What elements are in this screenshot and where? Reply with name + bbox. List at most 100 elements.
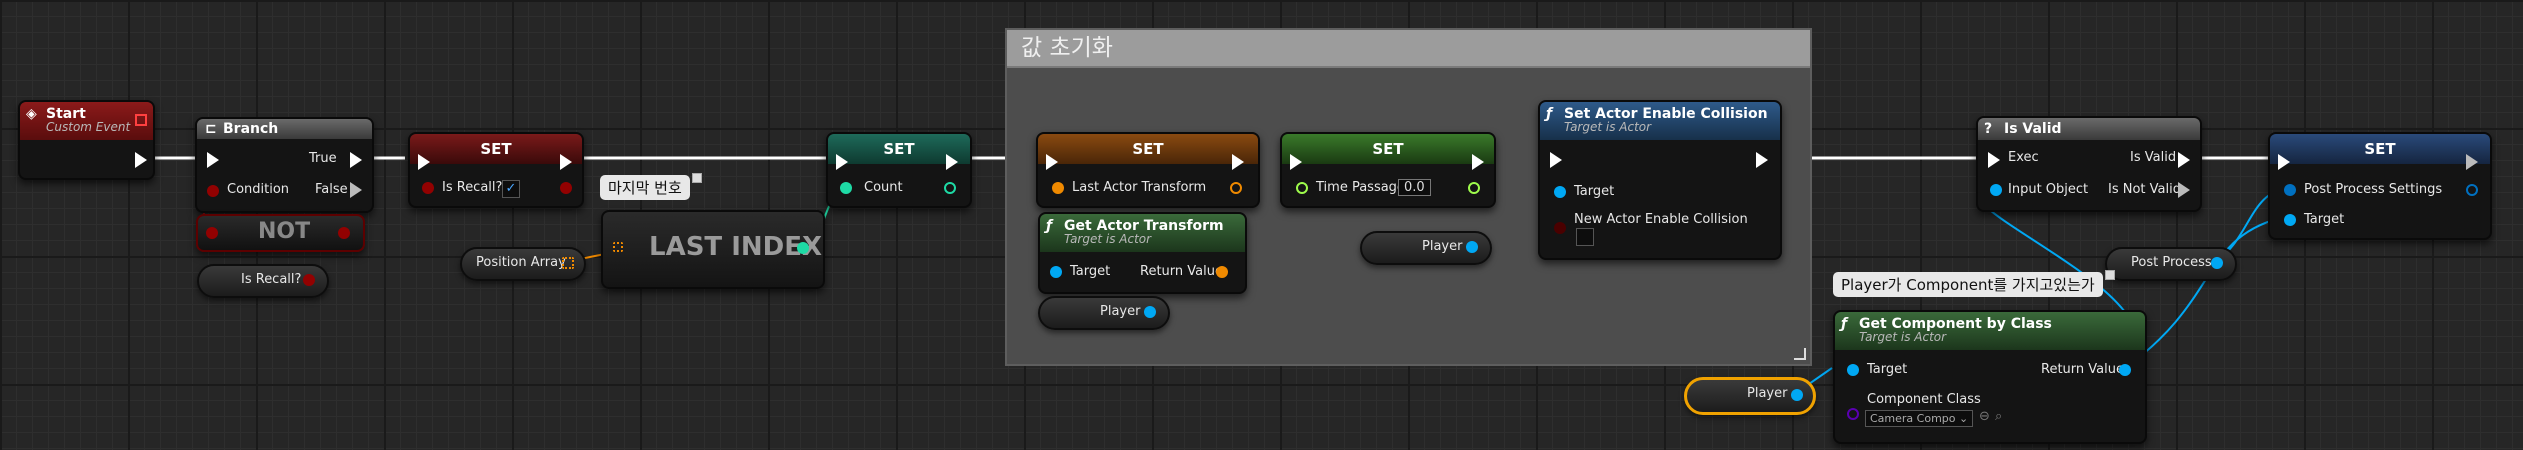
node-subtitle: Target is Actor — [1064, 232, 1152, 246]
comment-title[interactable]: 값 초기화 — [1007, 30, 1810, 68]
variable-label: Count — [864, 180, 903, 195]
array-input-pin[interactable] — [613, 242, 623, 252]
condition-pin[interactable] — [207, 185, 219, 197]
object-output-pin[interactable] — [2211, 257, 2223, 269]
exec-out-pin[interactable] — [2466, 154, 2478, 170]
set-time-passage-node[interactable]: SET Time Passage 0.0 — [1280, 132, 1496, 208]
exec-in-pin[interactable] — [836, 154, 848, 170]
last-index-comment[interactable]: 마지막 번호 — [600, 173, 702, 200]
node-title: SET — [1038, 134, 1258, 164]
start-event-node[interactable]: ◈ Start Custom Event — [18, 100, 155, 180]
return-value-pin[interactable] — [1216, 266, 1228, 278]
exec-in-pin[interactable] — [207, 152, 219, 168]
post-process-getter[interactable]: Post Process — [2105, 247, 2237, 281]
last-index-node[interactable]: LAST INDEX — [601, 210, 825, 289]
exec-out-pin[interactable] — [1472, 154, 1484, 170]
target-pin[interactable] — [1847, 364, 1859, 376]
component-class-label: Component Class — [1867, 392, 1981, 407]
node-title: Branch — [223, 121, 279, 137]
exec-out-pin[interactable] — [135, 152, 147, 168]
return-value-pin[interactable] — [2119, 364, 2131, 376]
array-output-pin[interactable] — [562, 257, 574, 269]
collision-checkbox[interactable] — [1576, 228, 1594, 246]
exec-out-pin[interactable] — [946, 154, 958, 170]
int-output-pin[interactable] — [797, 242, 809, 254]
target-pin[interactable] — [2284, 214, 2296, 226]
player-getter-2[interactable]: Player — [1360, 231, 1492, 265]
not-output-pin[interactable] — [338, 227, 350, 239]
set-count-node[interactable]: SET Count — [826, 132, 972, 208]
object-output-pin[interactable] — [1791, 389, 1803, 401]
set-actor-enable-collision-node[interactable]: ƒ Set Actor Enable Collision Target is A… — [1538, 100, 1782, 260]
exec-in-pin[interactable] — [2278, 154, 2290, 170]
branch-node[interactable]: ⊏ Branch True Condition False — [195, 117, 374, 213]
recall-checkbox[interactable]: ✓ — [502, 180, 520, 198]
get-actor-transform-node[interactable]: ƒ Get Actor Transform Target is Actor Ta… — [1038, 212, 1247, 294]
float-input-pin[interactable] — [1296, 182, 1308, 194]
is-valid-exec-pin[interactable] — [2178, 152, 2190, 168]
set-post-process-node[interactable]: SET Post Process Settings Target — [2268, 132, 2492, 240]
get-component-by-class-node[interactable]: ƒ Get Component by Class Target is Actor… — [1833, 310, 2147, 444]
false-exec-pin[interactable] — [350, 182, 362, 198]
recall-input-pin[interactable] — [422, 182, 434, 194]
use-selected-icon[interactable]: ⊖ — [1979, 409, 1990, 424]
resize-grip-icon[interactable] — [1794, 348, 1806, 360]
not-input-pin[interactable] — [206, 227, 218, 239]
variable-label: Is Recall? — [241, 272, 302, 287]
count-input-pin[interactable] — [840, 182, 852, 194]
browse-icon[interactable]: ⌕ — [1995, 409, 2002, 424]
post-process-settings-pin[interactable] — [2284, 184, 2296, 196]
post-process-output-pin[interactable] — [2466, 184, 2478, 196]
return-label: Return Value — [1140, 264, 1223, 279]
exec-in-pin[interactable] — [1550, 152, 1562, 168]
return-label: Return Value — [2041, 362, 2124, 377]
exec-in-pin[interactable] — [418, 154, 430, 170]
count-output-pin[interactable] — [944, 182, 956, 194]
component-class-dropdown[interactable]: Camera Compo ⌄ — [1865, 410, 1974, 427]
set-last-actor-transform-node[interactable]: SET Last Actor Transform — [1036, 132, 1260, 208]
close-icon[interactable] — [2104, 270, 2115, 280]
comment-text: 마지막 번호 — [608, 179, 682, 197]
exec-in-pin[interactable] — [1988, 152, 2000, 168]
is-not-valid-exec-pin[interactable] — [2178, 182, 2190, 198]
exec-in-pin[interactable] — [1046, 154, 1058, 170]
bool-output-pin[interactable] — [303, 274, 315, 286]
comment-text: Player가 Component를 가지고있는가 — [1841, 276, 2095, 294]
object-output-pin[interactable] — [1466, 241, 1478, 253]
player-getter-3[interactable]: Player — [1684, 377, 1816, 415]
position-array-getter[interactable]: Position Array — [460, 247, 586, 281]
float-output-pin[interactable] — [1468, 182, 1480, 194]
close-icon[interactable] — [691, 173, 702, 183]
get-component-comment[interactable]: Player가 Component를 가지고있는가 — [1833, 270, 2115, 297]
recall-output-pin[interactable] — [560, 182, 572, 194]
exec-out-pin[interactable] — [560, 154, 572, 170]
node-title: SET — [2270, 134, 2490, 164]
exec-in-pin[interactable] — [1290, 154, 1302, 170]
class-pin[interactable] — [1847, 408, 1859, 420]
param-label: New Actor Enable Collision — [1574, 212, 1748, 227]
target-label: Target — [1574, 184, 1615, 199]
set-is-recall-node[interactable]: SET Is Recall? ✓ — [408, 132, 584, 208]
transform-output-pin[interactable] — [1230, 182, 1242, 194]
true-exec-pin[interactable] — [350, 152, 362, 168]
not-node[interactable]: NOT — [196, 214, 365, 252]
target-pin[interactable] — [1050, 266, 1062, 278]
is-recall-getter[interactable]: Is Recall? — [197, 264, 329, 298]
target-pin[interactable] — [1554, 186, 1566, 198]
post-process-settings-label: Post Process Settings — [2304, 182, 2443, 197]
collision-bool-pin[interactable] — [1554, 222, 1566, 234]
player-getter-1[interactable]: Player — [1038, 296, 1170, 330]
transform-input-pin[interactable] — [1052, 182, 1064, 194]
exec-out-pin[interactable] — [1232, 154, 1244, 170]
delegate-pin-icon[interactable] — [135, 114, 147, 126]
is-valid-node[interactable]: ? Is Valid Exec Is Valid Input Object Is… — [1976, 116, 2202, 212]
variable-label: Player — [1422, 239, 1463, 254]
variable-label: Player — [1100, 304, 1141, 319]
is-valid-label: Is Valid — [2130, 150, 2177, 165]
object-output-pin[interactable] — [1144, 306, 1156, 318]
input-object-pin[interactable] — [1990, 184, 2002, 196]
node-header: ? Is Valid — [1978, 118, 2200, 140]
function-f-icon: ƒ — [1046, 218, 1053, 234]
exec-out-pin[interactable] — [1756, 152, 1768, 168]
time-passage-field[interactable]: 0.0 — [1398, 179, 1431, 196]
